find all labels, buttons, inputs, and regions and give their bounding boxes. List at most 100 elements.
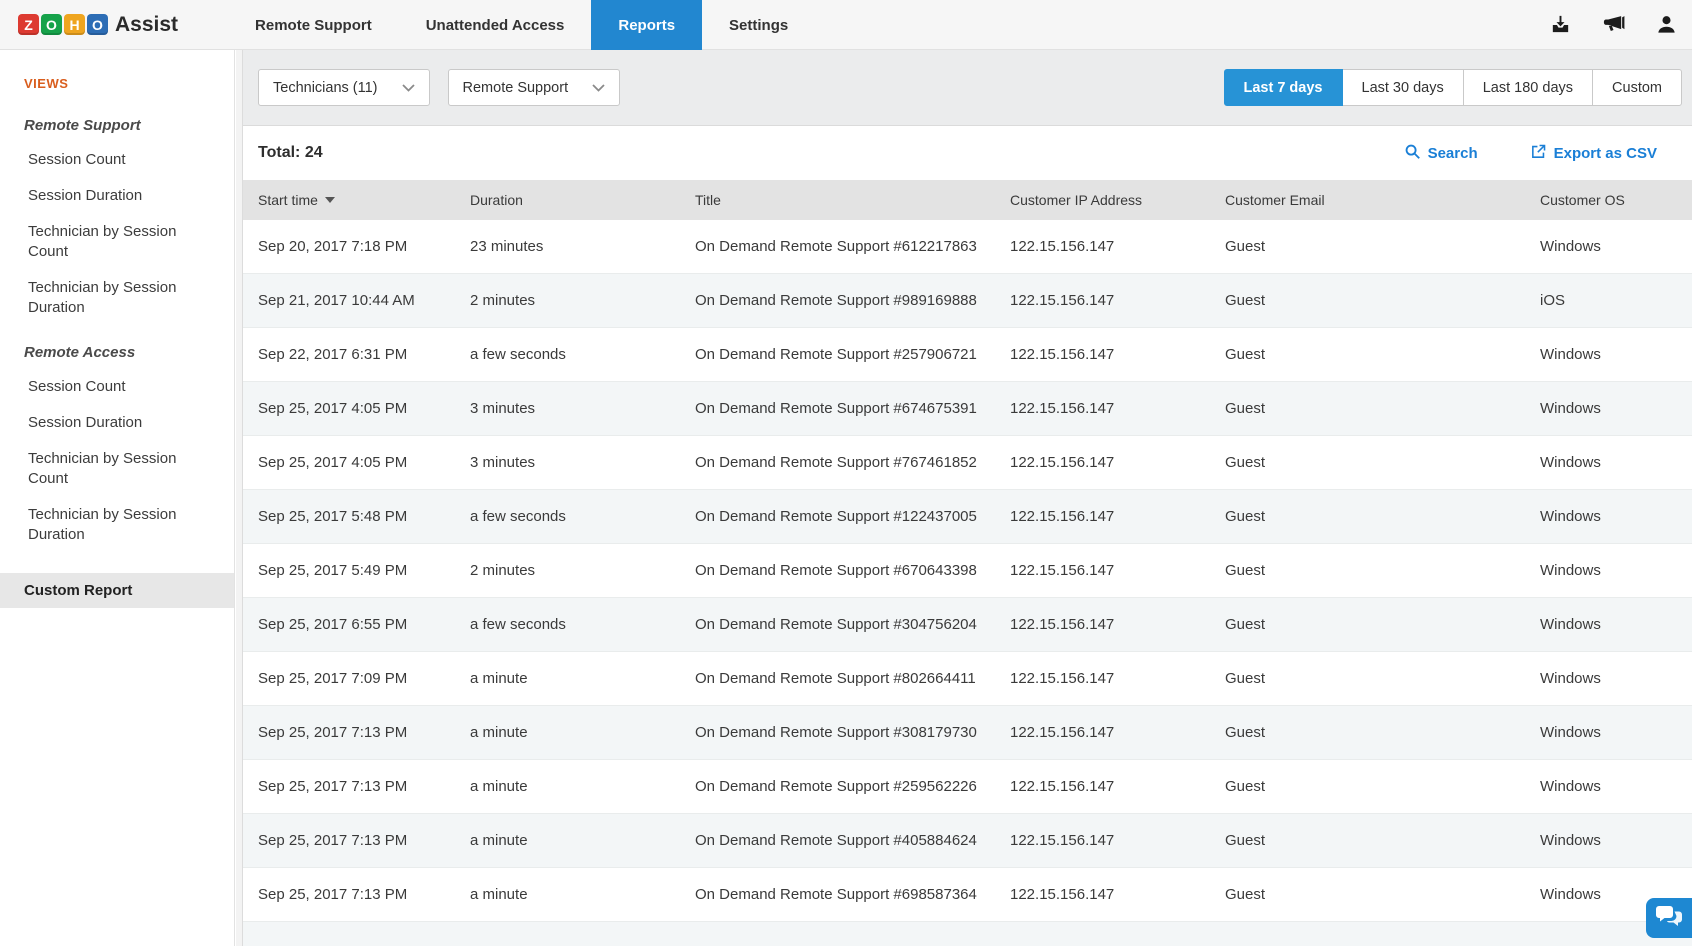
nav-tab-reports[interactable]: Reports — [591, 0, 702, 50]
technicians-dropdown-label: Technicians (11) — [273, 80, 378, 96]
sidebar-item-remote-support-session-count[interactable]: Session Count — [28, 150, 203, 170]
cell-customer-email: Guest — [1225, 454, 1540, 471]
nav-tab-remote-support[interactable]: Remote Support — [228, 0, 399, 50]
table-row[interactable]: Sep 22, 2017 6:31 PMa few secondsOn Dema… — [243, 328, 1692, 382]
total-count: Total: 24 — [258, 144, 323, 162]
table-row[interactable]: Sep 25, 2017 6:55 PMa few secondsOn Dema… — [243, 598, 1692, 652]
table-row[interactable]: Sep 25, 2017 4:05 PM3 minutesOn Demand R… — [243, 382, 1692, 436]
cell-title: On Demand Remote Support #767461852 — [695, 454, 1010, 471]
total-label: Total: — [258, 144, 300, 161]
sidebar-item-remote-support-technician-by-session-duration[interactable]: Technician by Session Duration — [28, 278, 203, 318]
download-icon[interactable] — [1549, 13, 1572, 36]
session-type-dropdown[interactable]: Remote Support — [448, 69, 621, 106]
megaphone-icon[interactable] — [1602, 13, 1625, 36]
column-label: Customer Email — [1225, 192, 1325, 208]
sidebar-item-remote-access-session-duration[interactable]: Session Duration — [28, 413, 203, 433]
sidebar-item-remote-access-technician-by-session-count[interactable]: Technician by Session Count — [28, 449, 203, 489]
nav-tab-unattended-access[interactable]: Unattended Access — [399, 0, 592, 50]
column-header-customer-os[interactable]: Customer OS — [1540, 192, 1692, 208]
column-label: Start time — [258, 192, 318, 208]
table-row[interactable]: Sep 20, 2017 7:18 PM23 minutesOn Demand … — [243, 220, 1692, 274]
cell-title: On Demand Remote Support #308179730 — [695, 724, 1010, 741]
table-row[interactable]: Sep 25, 2017 7:13 PMa minuteOn Demand Re… — [243, 814, 1692, 868]
cell-customer-os: Windows — [1540, 778, 1692, 795]
cell-start-time: Sep 22, 2017 6:31 PM — [258, 346, 470, 363]
cell-duration: a few seconds — [470, 346, 695, 363]
table-row[interactable]: Sep 21, 2017 10:44 AM2 minutesOn Demand … — [243, 274, 1692, 328]
session-type-dropdown-label: Remote Support — [463, 80, 569, 96]
total-value: 24 — [305, 144, 323, 161]
table-body: Sep 20, 2017 7:18 PM23 minutesOn Demand … — [243, 220, 1692, 922]
cell-start-time: Sep 21, 2017 10:44 AM — [258, 292, 470, 309]
sidebar-item-custom-report[interactable]: Custom Report — [0, 573, 234, 608]
range-button-last-30-days[interactable]: Last 30 days — [1342, 69, 1464, 106]
cell-duration: a few seconds — [470, 616, 695, 633]
cell-customer-email: Guest — [1225, 778, 1540, 795]
column-header-title[interactable]: Title — [695, 192, 1010, 208]
chevron-down-icon — [592, 80, 605, 96]
range-button-custom[interactable]: Custom — [1592, 69, 1682, 106]
sidebar-item-remote-support-technician-by-session-count[interactable]: Technician by Session Count — [28, 222, 203, 262]
sidebar-scrollbar[interactable] — [236, 50, 243, 946]
table-row[interactable]: Sep 25, 2017 7:13 PMa minuteOn Demand Re… — [243, 868, 1692, 922]
cell-customer-os: Windows — [1540, 346, 1692, 363]
column-header-duration[interactable]: Duration — [470, 192, 695, 208]
cell-customer-os: iOS — [1540, 292, 1692, 309]
table-row[interactable]: Sep 25, 2017 7:13 PMa minuteOn Demand Re… — [243, 760, 1692, 814]
table-row[interactable]: Sep 25, 2017 4:05 PM3 minutesOn Demand R… — [243, 436, 1692, 490]
sidebar-section-remote-access: Remote Access — [24, 344, 234, 361]
nav-tab-settings[interactable]: Settings — [702, 0, 815, 50]
sidebar-item-remote-access-session-count[interactable]: Session Count — [28, 377, 203, 397]
cell-start-time: Sep 25, 2017 6:55 PM — [258, 616, 470, 633]
report-toolbar: Total: 24 Search — [243, 126, 1692, 180]
table-row[interactable]: Sep 25, 2017 7:09 PMa minuteOn Demand Re… — [243, 652, 1692, 706]
logo-tile-h: H — [64, 14, 85, 35]
cell-customer-os: Windows — [1540, 616, 1692, 633]
cell-title: On Demand Remote Support #670643398 — [695, 562, 1010, 579]
cell-customer-ip-address: 122.15.156.147 — [1010, 616, 1225, 633]
logo-tile-o: O — [87, 14, 108, 35]
user-icon[interactable] — [1655, 13, 1678, 36]
toolbar-actions: Search Export as CSV — [1404, 143, 1657, 164]
cell-title: On Demand Remote Support #674675391 — [695, 400, 1010, 417]
export-csv-button[interactable]: Export as CSV — [1530, 143, 1657, 164]
nav-icons — [1549, 0, 1692, 49]
cell-title: On Demand Remote Support #612217863 — [695, 238, 1010, 255]
filter-bar: Technicians (11) Remote Support Last 7 d… — [243, 50, 1692, 126]
cell-customer-email: Guest — [1225, 616, 1540, 633]
cell-title: On Demand Remote Support #698587364 — [695, 886, 1010, 903]
cell-duration: a minute — [470, 724, 695, 741]
table-row[interactable]: Sep 25, 2017 5:48 PMa few secondsOn Dema… — [243, 490, 1692, 544]
sidebar-item-remote-access-technician-by-session-duration[interactable]: Technician by Session Duration — [28, 505, 203, 545]
export-label: Export as CSV — [1554, 145, 1657, 162]
column-label: Customer OS — [1540, 192, 1625, 208]
column-header-customer-email[interactable]: Customer Email — [1225, 192, 1540, 208]
column-header-start-time[interactable]: Start time — [258, 192, 470, 208]
cell-duration: 23 minutes — [470, 238, 695, 255]
chat-widget-button[interactable] — [1646, 898, 1692, 938]
cell-start-time: Sep 25, 2017 7:13 PM — [258, 778, 470, 795]
search-button[interactable]: Search — [1404, 143, 1478, 164]
column-header-customer-ip-address[interactable]: Customer IP Address — [1010, 192, 1225, 208]
cell-start-time: Sep 25, 2017 7:13 PM — [258, 724, 470, 741]
zoho-assist-logo[interactable]: ZOHO Assist — [0, 0, 198, 49]
cell-start-time: Sep 25, 2017 4:05 PM — [258, 400, 470, 417]
cell-title: On Demand Remote Support #989169888 — [695, 292, 1010, 309]
app-root: ZOHO Assist Remote SupportUnattended Acc… — [0, 0, 1692, 946]
table-row-partial — [243, 922, 1692, 946]
range-button-last-7-days[interactable]: Last 7 days — [1224, 69, 1343, 106]
technicians-dropdown[interactable]: Technicians (11) — [258, 69, 430, 106]
table-row[interactable]: Sep 25, 2017 5:49 PM2 minutesOn Demand R… — [243, 544, 1692, 598]
sidebar-item-remote-support-session-duration[interactable]: Session Duration — [28, 186, 203, 206]
cell-duration: 3 minutes — [470, 454, 695, 471]
cell-customer-ip-address: 122.15.156.147 — [1010, 670, 1225, 687]
cell-customer-ip-address: 122.15.156.147 — [1010, 346, 1225, 363]
cell-customer-ip-address: 122.15.156.147 — [1010, 886, 1225, 903]
cell-start-time: Sep 25, 2017 5:48 PM — [258, 508, 470, 525]
cell-customer-email: Guest — [1225, 400, 1540, 417]
cell-customer-email: Guest — [1225, 292, 1540, 309]
sidebar-section-remote-support: Remote Support — [24, 117, 234, 134]
range-button-last-180-days[interactable]: Last 180 days — [1463, 69, 1593, 106]
table-row[interactable]: Sep 25, 2017 7:13 PMa minuteOn Demand Re… — [243, 706, 1692, 760]
sessions-table: Start time DurationTitleCustomer IP Addre… — [243, 180, 1692, 946]
